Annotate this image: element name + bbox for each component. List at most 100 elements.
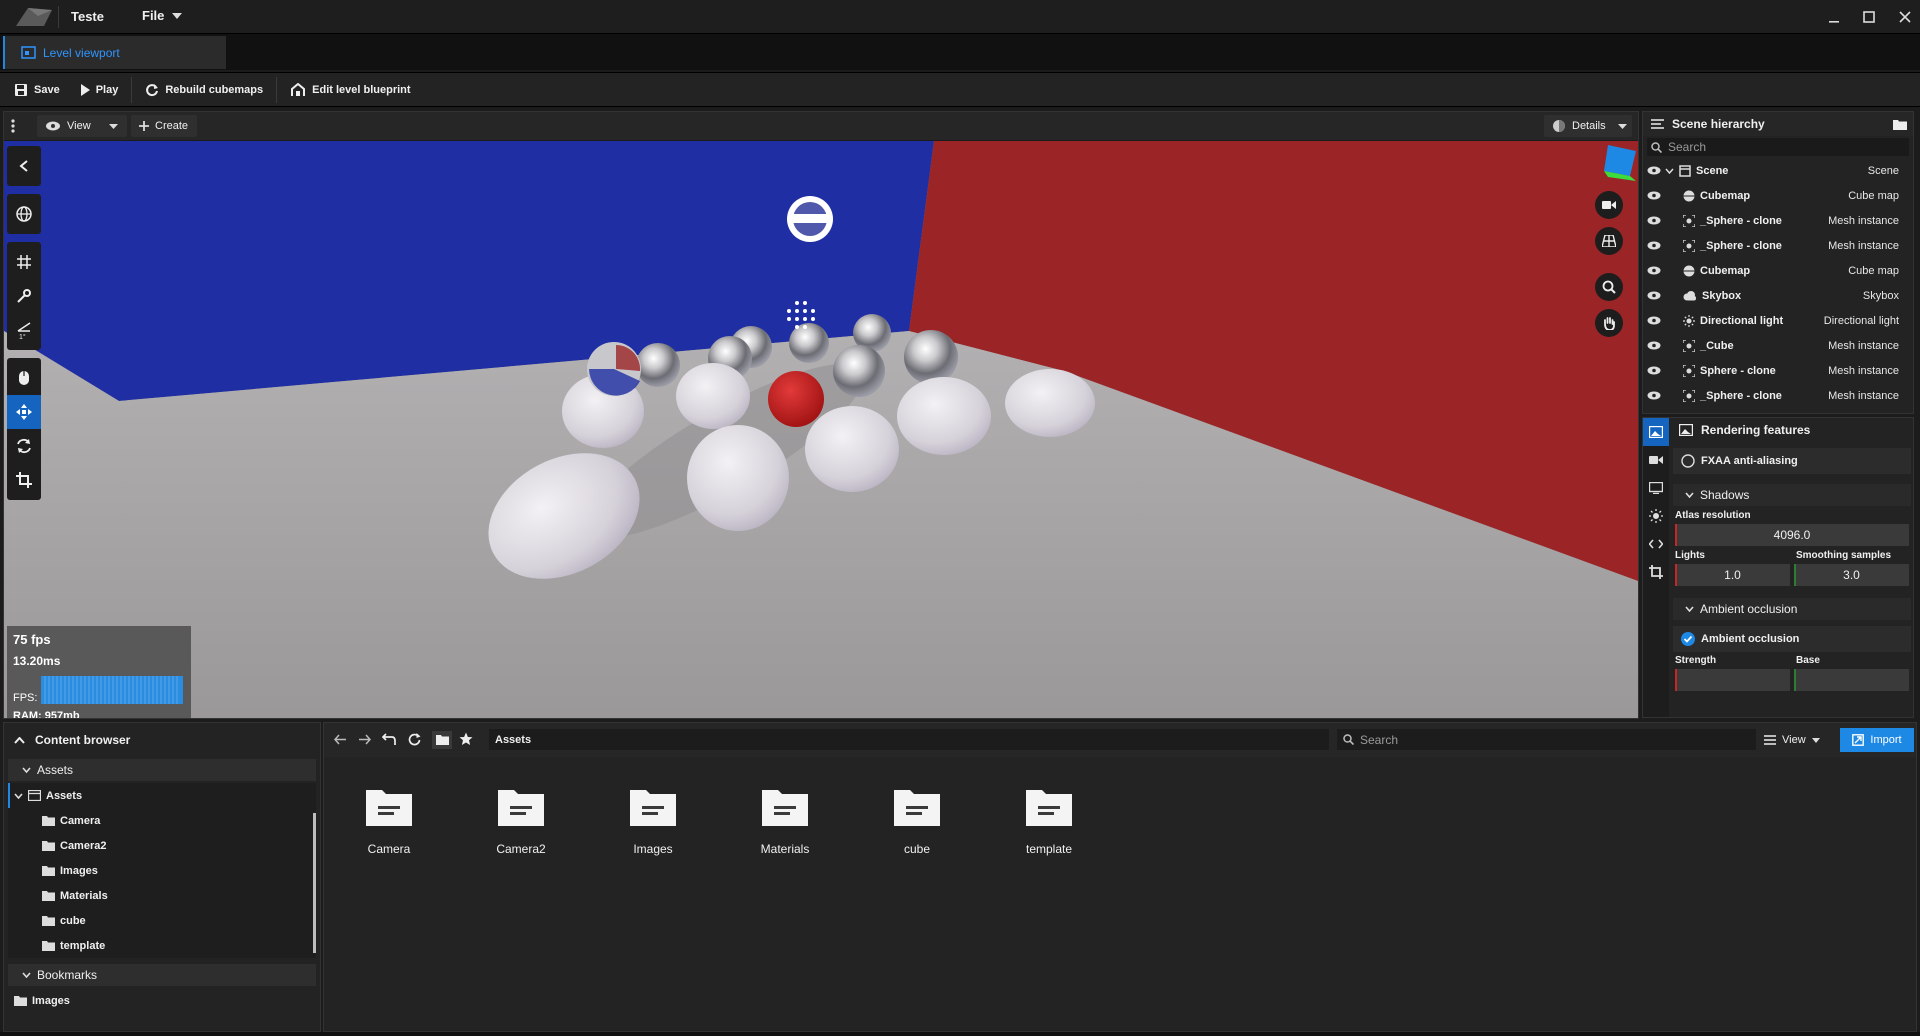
grid-view-button[interactable] <box>1595 227 1623 255</box>
content-browser-header[interactable]: Content browser <box>4 723 320 757</box>
hierarchy-item[interactable]: _Sphere - clone Mesh instance <box>1643 208 1913 233</box>
assets-section-header[interactable]: Assets <box>8 759 316 781</box>
angle-snap-button[interactable]: 1° <box>7 313 41 347</box>
visibility-eye-icon[interactable] <box>1643 391 1665 400</box>
lights-field[interactable]: 1.0 <box>1675 564 1790 586</box>
tree-item-assets[interactable]: Assets <box>8 783 316 808</box>
folder-tile-images[interactable]: Images <box>603 788 703 856</box>
tab-crop[interactable] <box>1643 558 1669 586</box>
hierarchy-item[interactable]: _Sphere - clone Mesh instance <box>1643 383 1913 408</box>
fxaa-toggle[interactable]: FXAA anti-aliasing <box>1673 448 1911 474</box>
main-toolbar: Save Play Rebuild cubemaps Edit level bl… <box>0 72 1920 107</box>
tree-item-images[interactable]: Images <box>8 858 316 883</box>
asset-view-dropdown[interactable]: View <box>1764 729 1820 751</box>
folder-tile-camera2[interactable]: Camera2 <box>471 788 571 856</box>
visibility-eye-icon[interactable] <box>1643 216 1665 225</box>
image-icon <box>1679 424 1693 436</box>
hierarchy-item[interactable]: Cubemap Cube map <box>1643 183 1913 208</box>
grid-toggle-button[interactable] <box>7 245 41 279</box>
tree-item-camera2[interactable]: Camera2 <box>8 833 316 858</box>
sun-icon <box>1683 314 1695 327</box>
tab-lighting[interactable] <box>1643 502 1669 530</box>
hierarchy-item-type: Mesh instance <box>1828 214 1899 227</box>
tree-item-label: Materials <box>60 889 108 902</box>
world-space-button[interactable] <box>7 197 41 231</box>
add-folder-icon[interactable] <box>1893 119 1907 130</box>
folder-tile-cube[interactable]: cube <box>867 788 967 856</box>
folder-tile-camera[interactable]: Camera <box>339 788 439 856</box>
hierarchy-item[interactable]: Sphere - clone Mesh instance <box>1643 358 1913 383</box>
tab-code[interactable] <box>1643 530 1669 558</box>
hierarchy-search-input[interactable]: Search <box>1647 138 1909 156</box>
atlas-resolution-field[interactable]: 4096.0 <box>1675 524 1909 546</box>
tab-camera[interactable] <box>1643 446 1669 474</box>
view-dropdown[interactable]: View <box>37 115 127 137</box>
tab-level-viewport[interactable]: Level viewport <box>3 36 226 69</box>
tree-scrollbar[interactable] <box>313 813 316 953</box>
tree-item-materials[interactable]: Materials <box>8 883 316 908</box>
tab-rendering[interactable] <box>1643 418 1669 446</box>
visibility-eye-icon[interactable] <box>1643 316 1665 325</box>
tab-display[interactable] <box>1643 474 1669 502</box>
tree-item-cube[interactable]: cube <box>8 908 316 933</box>
ambient-occlusion-section-header[interactable]: Ambient occlusion <box>1673 598 1911 620</box>
collapse-tools-button[interactable] <box>7 149 41 183</box>
scale-tool-button[interactable] <box>7 463 41 497</box>
folder-tile-template[interactable]: template <box>999 788 1099 856</box>
edit-level-blueprint-button[interactable]: Edit level blueprint <box>280 73 420 106</box>
up-folder-button[interactable] <box>382 733 396 745</box>
smoothing-field[interactable]: 3.0 <box>1794 564 1909 586</box>
bookmark-item[interactable]: Images <box>4 988 320 1013</box>
minimize-button[interactable] <box>1822 6 1846 28</box>
close-window-button[interactable] <box>1893 6 1917 28</box>
create-button[interactable]: Create <box>131 115 197 137</box>
hierarchy-item-scene[interactable]: Scene Scene <box>1643 158 1913 183</box>
hierarchy-item[interactable]: Directional light Directional light <box>1643 308 1913 333</box>
visibility-eye-icon[interactable] <box>1643 166 1665 175</box>
base-field[interactable] <box>1794 669 1909 691</box>
strength-field[interactable] <box>1675 669 1790 691</box>
hierarchy-item[interactable]: Cubemap Cube map <box>1643 258 1913 283</box>
pan-button[interactable] <box>1595 309 1623 337</box>
visibility-eye-icon[interactable] <box>1643 291 1665 300</box>
tree-item-template[interactable]: template <box>8 933 316 958</box>
zoom-button[interactable] <box>1595 273 1623 301</box>
details-dropdown[interactable]: Details <box>1544 115 1632 137</box>
camera-button[interactable] <box>1595 191 1623 219</box>
visibility-eye-icon[interactable] <box>1643 366 1665 375</box>
refresh-button[interactable] <box>408 733 421 746</box>
hierarchy-item[interactable]: _Sphere - clone Mesh instance <box>1643 233 1913 258</box>
forward-button[interactable] <box>358 734 371 745</box>
maximize-button[interactable] <box>1857 6 1881 28</box>
expand-chevron-icon[interactable] <box>1665 168 1674 174</box>
hierarchy-item-name: Sphere - clone <box>1700 364 1776 377</box>
visibility-eye-icon[interactable] <box>1643 191 1665 200</box>
asset-search-placeholder: Search <box>1360 732 1399 747</box>
file-menu[interactable]: File <box>142 8 183 23</box>
scene-render[interactable]: 1° 75 fps 13.20ms FPS: RAM: 957mb <box>4 141 1638 718</box>
tree-item-camera[interactable]: Camera <box>8 808 316 833</box>
rotate-tool-button[interactable] <box>7 429 41 463</box>
ambient-occlusion-toggle[interactable]: Ambient occlusion <box>1673 626 1911 652</box>
hierarchy-item[interactable]: _Cube Mesh instance <box>1643 333 1913 358</box>
bookmark-button[interactable] <box>459 732 473 746</box>
move-tool-button[interactable] <box>7 395 41 429</box>
hierarchy-item[interactable]: Skybox Skybox <box>1643 283 1913 308</box>
snap-button[interactable] <box>7 279 41 313</box>
bookmarks-section-header[interactable]: Bookmarks <box>8 964 316 986</box>
path-breadcrumb[interactable]: Assets <box>489 729 1329 750</box>
rebuild-cubemaps-button[interactable]: Rebuild cubemaps <box>135 73 273 106</box>
visibility-eye-icon[interactable] <box>1643 241 1665 250</box>
play-button[interactable]: Play <box>70 73 129 106</box>
asset-search-input[interactable]: Search <box>1337 729 1756 750</box>
visibility-eye-icon[interactable] <box>1643 266 1665 275</box>
save-button[interactable]: Save <box>0 73 70 106</box>
shadows-section-header[interactable]: Shadows <box>1673 484 1911 506</box>
import-button[interactable]: Import <box>1840 728 1914 752</box>
select-tool-button[interactable] <box>7 361 41 395</box>
folder-tile-materials[interactable]: Materials <box>735 788 835 856</box>
new-folder-button[interactable] <box>432 731 452 749</box>
more-options-icon[interactable] <box>10 118 16 134</box>
visibility-eye-icon[interactable] <box>1643 341 1665 350</box>
back-button[interactable] <box>334 734 347 745</box>
